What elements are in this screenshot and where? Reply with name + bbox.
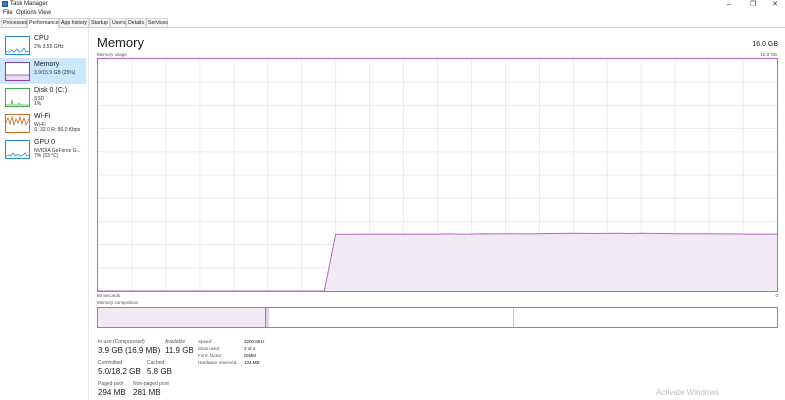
available-label: Available bbox=[165, 339, 186, 345]
sidebar-wifi-throughput: S: 32.0 R: 56.0 Kbps bbox=[34, 127, 81, 133]
tab-startup[interactable]: Startup bbox=[89, 18, 110, 27]
gpu-graph-icon bbox=[5, 140, 30, 159]
page-title: Memory bbox=[97, 35, 144, 50]
title-bar: Task Manager – ❐ ✕ bbox=[0, 0, 785, 9]
speed-value: 3200 MHz bbox=[244, 339, 265, 344]
memory-graph-icon bbox=[5, 62, 30, 81]
hardware-reserved-value: 134 MB bbox=[244, 360, 260, 365]
hardware-reserved-label: Hardware reserved: bbox=[198, 360, 238, 365]
speed-label: Speed: bbox=[198, 339, 213, 344]
memory-usage-max: 15.9 GB bbox=[760, 52, 777, 57]
memory-total: 16.0 GB bbox=[752, 41, 778, 48]
sidebar-gpu-title: GPU 0 bbox=[34, 139, 56, 146]
form-factor-label: Form factor: bbox=[198, 353, 223, 358]
sidebar-item-gpu[interactable]: GPU 0 NVIDIA GeForce G... 7% (33 °C) bbox=[0, 136, 86, 162]
performance-sidebar: CPU 2% 3.55 GHz Memory 3.9/15.9 GB (25%)… bbox=[0, 28, 89, 400]
sidebar-gpu-usage: 7% (33 °C) bbox=[34, 153, 59, 159]
memory-usage-svg bbox=[98, 59, 777, 291]
in-use-label: In use (Compressed) bbox=[98, 339, 145, 345]
memory-composition-label: Memory composition bbox=[97, 300, 139, 305]
tab-app-history[interactable]: App history bbox=[59, 18, 89, 27]
time-axis-end: 0 bbox=[775, 293, 778, 298]
window-title: Task Manager bbox=[10, 1, 48, 7]
slots-used-value: 2 of 4 bbox=[244, 346, 256, 351]
paged-pool-label: Paged pool bbox=[98, 381, 124, 387]
memory-composition-bar bbox=[97, 307, 778, 328]
task-manager-app-icon bbox=[2, 1, 8, 7]
sidebar-memory-title: Memory bbox=[34, 61, 60, 68]
composition-standby-divider bbox=[513, 308, 514, 327]
menu-view[interactable]: View bbox=[38, 10, 51, 17]
nonpaged-pool-value: 281 MB bbox=[133, 388, 161, 397]
composition-in-use bbox=[98, 308, 266, 327]
close-icon[interactable]: ✕ bbox=[764, 0, 785, 9]
tab-users[interactable]: Users bbox=[110, 18, 126, 27]
wifi-graph-icon bbox=[5, 114, 30, 133]
in-use-value: 3.9 GB (16.9 MB) bbox=[98, 346, 161, 355]
sidebar-item-disk[interactable]: Disk 0 (C:) SSD 1% bbox=[0, 84, 86, 110]
time-axis-start: 60 seconds bbox=[97, 293, 121, 298]
available-value: 11.9 GB bbox=[165, 346, 194, 355]
activate-windows-watermark: Activate Windows bbox=[656, 388, 720, 397]
sidebar-memory-detail: 3.9/15.9 GB (25%) bbox=[34, 70, 76, 76]
menu-file[interactable]: File bbox=[3, 10, 13, 17]
tab-details[interactable]: Details bbox=[126, 18, 146, 27]
sidebar-item-memory[interactable]: Memory 3.9/15.9 GB (25%) bbox=[0, 58, 86, 84]
memory-usage-chart bbox=[97, 58, 778, 292]
disk-graph-icon bbox=[5, 88, 30, 107]
sidebar-item-cpu[interactable]: CPU 2% 3.55 GHz bbox=[0, 32, 86, 58]
minimize-icon[interactable]: – bbox=[718, 0, 740, 9]
sidebar-disk-title: Disk 0 (C:) bbox=[34, 87, 68, 94]
tab-processes[interactable]: Processes bbox=[1, 18, 27, 27]
tab-services[interactable]: Services bbox=[146, 18, 168, 27]
committed-label: Committed bbox=[98, 360, 123, 366]
sidebar-cpu-title: CPU bbox=[34, 35, 49, 42]
slots-used-label: Slots used: bbox=[198, 346, 221, 351]
sidebar-cpu-detail: 2% 3.55 GHz bbox=[34, 44, 64, 50]
cpu-graph-icon bbox=[5, 36, 30, 55]
tab-strip: Processes Performance App history Startu… bbox=[0, 18, 785, 28]
tab-performance[interactable]: Performance bbox=[27, 18, 59, 28]
composition-modified bbox=[266, 308, 269, 327]
cached-label: Cached bbox=[147, 360, 165, 366]
menu-bar: File Options View bbox=[0, 9, 785, 18]
nonpaged-pool-label: Non-paged pool bbox=[133, 381, 169, 387]
cached-value: 5.8 GB bbox=[147, 367, 172, 376]
committed-value: 5.0/18.2 GB bbox=[98, 367, 141, 376]
sidebar-disk-usage: 1% bbox=[34, 101, 42, 107]
sidebar-wifi-title: Wi-Fi bbox=[34, 113, 51, 120]
menu-options[interactable]: Options bbox=[16, 10, 37, 17]
maximize-icon[interactable]: ❐ bbox=[742, 0, 764, 9]
memory-usage-label: Memory usage bbox=[97, 52, 127, 57]
sidebar-item-wifi[interactable]: Wi-Fi Wi-Fi S: 32.0 R: 56.0 Kbps bbox=[0, 110, 86, 136]
paged-pool-value: 294 MB bbox=[98, 388, 126, 397]
form-factor-value: DIMM bbox=[244, 353, 256, 358]
